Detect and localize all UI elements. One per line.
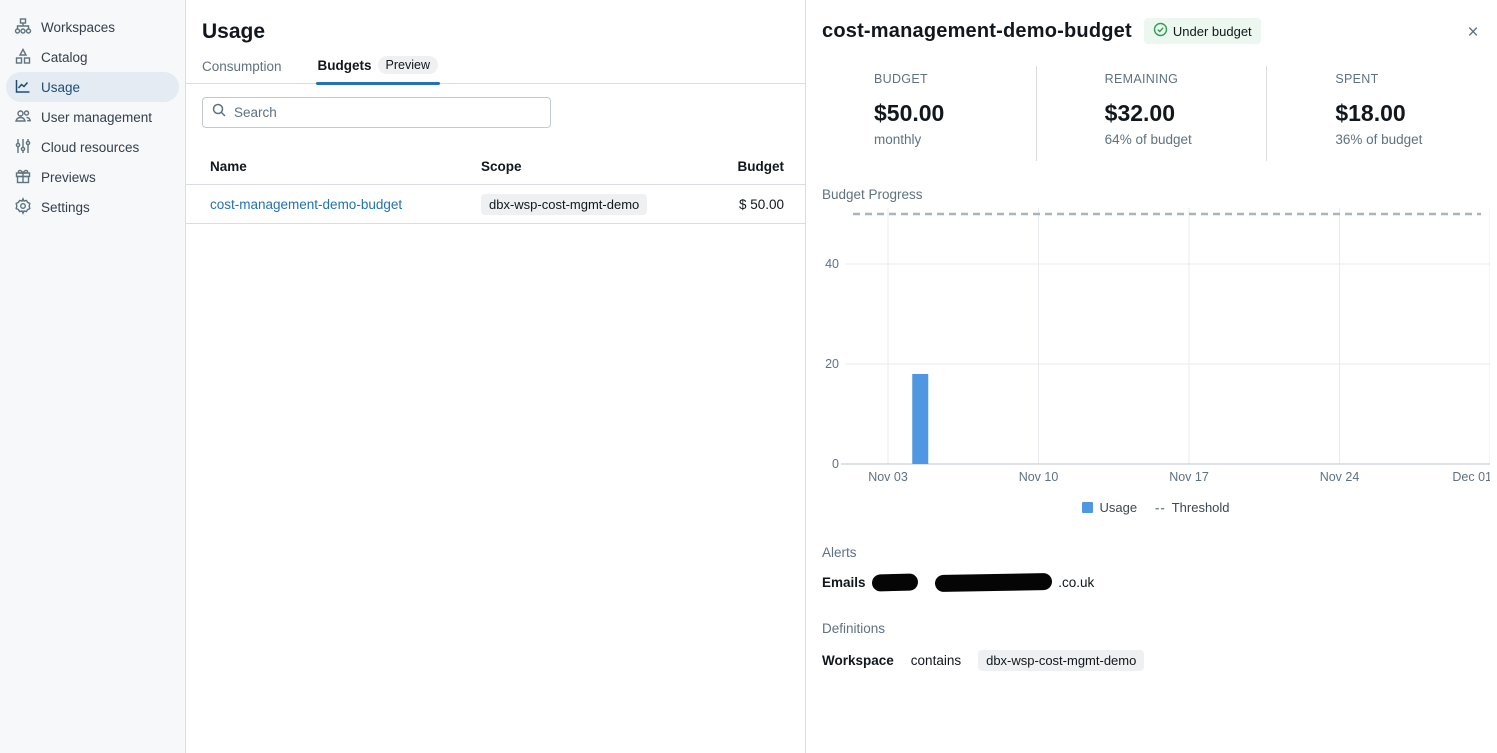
alerts-heading: Alerts (822, 545, 1497, 560)
sidebar-item-cloud-resources[interactable]: Cloud resources (6, 132, 179, 162)
tab-label: Budgets (318, 58, 372, 73)
definition-operator: contains (911, 653, 961, 668)
tab-bar: Consumption Budgets Preview (186, 56, 805, 84)
preview-badge: Preview (378, 56, 438, 74)
sidebar-item-label: Catalog (41, 50, 88, 65)
tab-label: Consumption (202, 59, 282, 74)
budget-detail-panel: × cost-management-demo-budget Under budg… (806, 0, 1497, 753)
stat-sub: 64% of budget (1105, 132, 1267, 147)
sidebar-item-label: Usage (41, 80, 80, 95)
budget-name-link[interactable]: cost-management-demo-budget (210, 197, 402, 212)
svg-text:Nov 17: Nov 17 (1169, 470, 1209, 484)
stat-label: SPENT (1335, 72, 1497, 86)
chart-legend: Usage -- Threshold (822, 500, 1490, 515)
search-icon (211, 102, 227, 123)
bar-chart: 0 20 40 Nov 03 Nov 10 Nov 17 Nov 24 Dec 01 (822, 202, 1490, 487)
redacted-email-local-part (871, 573, 917, 591)
sidebar-item-settings[interactable]: Settings (6, 192, 179, 222)
users-icon (14, 107, 32, 128)
email-at-sign: @ (920, 575, 934, 590)
definition-row: Workspace contains dbx-wsp-cost-mgmt-dem… (822, 650, 1497, 671)
stat-remaining: REMAINING $32.00 64% of budget (1036, 66, 1267, 161)
sidebar-item-catalog[interactable]: Catalog (6, 42, 179, 72)
svg-text:Dec 01: Dec 01 (1452, 470, 1490, 484)
budget-stats: BUDGET $50.00 monthly REMAINING $32.00 6… (806, 66, 1497, 161)
legend-label: Usage (1099, 500, 1137, 515)
legend-label: Threshold (1172, 500, 1230, 515)
sidebar-item-workspaces[interactable]: Workspaces (6, 12, 179, 42)
budget-amount: $ 50.00 (685, 197, 805, 212)
legend-threshold[interactable]: -- Threshold (1155, 500, 1229, 515)
svg-text:Nov 24: Nov 24 (1320, 470, 1360, 484)
workspaces-icon (14, 17, 32, 38)
scope-tag: dbx-wsp-cost-mgmt-demo (481, 194, 647, 215)
gift-icon (14, 167, 32, 188)
table-row[interactable]: cost-management-demo-budget dbx-wsp-cost… (186, 185, 805, 224)
stat-value: $18.00 (1335, 100, 1497, 127)
sidebar-item-usage[interactable]: Usage (6, 72, 179, 102)
tab-budgets[interactable]: Budgets Preview (318, 56, 438, 83)
svg-text:Nov 10: Nov 10 (1019, 470, 1059, 484)
stat-value: $32.00 (1105, 100, 1267, 127)
usage-series-swatch (1082, 502, 1093, 513)
stat-spent: SPENT $18.00 36% of budget (1266, 66, 1497, 161)
sidebar-item-previews[interactable]: Previews (6, 162, 179, 192)
column-header-scope: Scope (481, 159, 685, 174)
gear-icon (14, 197, 32, 218)
email-suffix: .co.uk (1058, 575, 1094, 590)
app-window: Workspaces Catalog Usage User management… (0, 0, 1497, 753)
stat-sub: monthly (874, 132, 1036, 147)
sliders-icon (14, 137, 32, 158)
definitions-heading: Definitions (822, 621, 1497, 636)
chart-title: Budget Progress (822, 187, 1490, 202)
stat-label: REMAINING (1105, 72, 1267, 86)
close-icon[interactable]: × (1462, 22, 1484, 44)
stat-budget: BUDGET $50.00 monthly (806, 66, 1036, 161)
search-box (202, 97, 551, 128)
column-header-budget: Budget (685, 159, 805, 174)
emails-label: Emails (822, 575, 866, 590)
sidebar: Workspaces Catalog Usage User management… (0, 0, 186, 753)
legend-usage[interactable]: Usage (1082, 500, 1137, 515)
page-title: Usage (186, 0, 805, 44)
definition-value-tag: dbx-wsp-cost-mgmt-demo (978, 650, 1144, 671)
sidebar-item-label: Cloud resources (41, 140, 139, 155)
column-header-name: Name (186, 159, 481, 174)
sidebar-item-label: User management (41, 110, 152, 125)
sidebar-item-label: Workspaces (41, 20, 115, 35)
search-input[interactable] (234, 105, 542, 120)
tab-consumption[interactable]: Consumption (202, 59, 282, 83)
alerts-emails-row: Emails @ .co.uk (822, 574, 1497, 591)
table-header-row: Name Scope Budget (186, 149, 805, 185)
budgets-table: Name Scope Budget cost-management-demo-b… (186, 149, 805, 224)
stat-value: $50.00 (874, 100, 1036, 127)
status-badge: Under budget (1144, 18, 1261, 44)
usage-chart-icon (14, 77, 32, 98)
budgets-list-panel: Usage Consumption Budgets Preview Name S… (186, 0, 806, 753)
redacted-email-domain (935, 573, 1052, 592)
sidebar-item-user-management[interactable]: User management (6, 102, 179, 132)
svg-text:40: 40 (825, 257, 839, 271)
sidebar-item-label: Settings (41, 200, 90, 215)
svg-text:20: 20 (825, 357, 839, 371)
definition-field: Workspace (822, 653, 894, 668)
sidebar-item-label: Previews (41, 170, 96, 185)
check-circle-icon (1153, 22, 1168, 40)
panel-title: cost-management-demo-budget (822, 20, 1132, 43)
stat-label: BUDGET (874, 72, 1036, 86)
budget-progress-chart: Budget Progress 0 20 40 Nov 03 Nov 10 Nov 17 N… (822, 187, 1490, 515)
threshold-dash-swatch: -- (1155, 500, 1166, 515)
catalog-icon (14, 47, 32, 68)
status-badge-label: Under budget (1173, 24, 1252, 39)
svg-text:0: 0 (832, 457, 839, 471)
stat-sub: 36% of budget (1335, 132, 1497, 147)
svg-text:Nov 03: Nov 03 (868, 470, 908, 484)
